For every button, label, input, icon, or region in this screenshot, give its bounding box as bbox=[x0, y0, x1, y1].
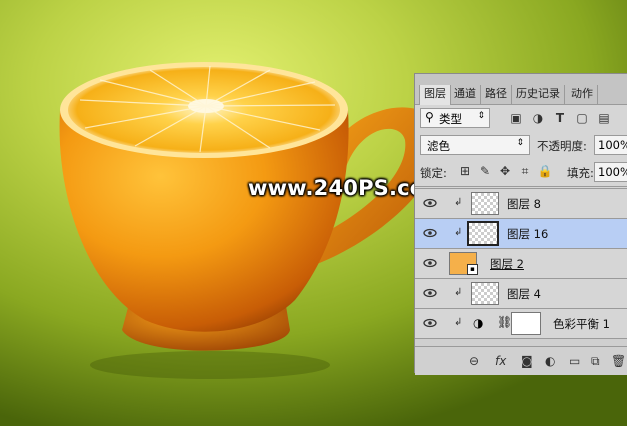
eye-icon[interactable] bbox=[423, 196, 437, 210]
fx-icon[interactable]: fx bbox=[495, 354, 506, 368]
layer-name[interactable]: 图层 4 bbox=[507, 286, 541, 302]
blend-mode-select[interactable]: 滤色 ⇕ bbox=[420, 135, 530, 155]
layer-name[interactable]: 色彩平衡 1 bbox=[553, 316, 610, 332]
opacity-input[interactable]: 100% bbox=[594, 135, 627, 155]
layer-name[interactable]: 图层 2 bbox=[490, 256, 524, 272]
fill-label: 填充: bbox=[567, 166, 594, 180]
panel-footer: ⊖ fx ◙ ◐ ▭ ⧉ 🗑 bbox=[415, 346, 627, 375]
tab-channels[interactable]: 通道 bbox=[450, 85, 481, 104]
lock-brush-icon[interactable]: ✎ bbox=[477, 163, 493, 179]
filter-type-icon[interactable]: T bbox=[552, 110, 568, 126]
filter-kind-label: 类型 bbox=[439, 112, 462, 126]
layer-thumbnail bbox=[471, 282, 499, 305]
layer-thumbnail bbox=[471, 192, 499, 215]
panel-tab-bar: 图层 通道 路径 历史记录 动作 bbox=[415, 74, 627, 105]
group-icon[interactable]: ▭ bbox=[569, 354, 580, 368]
search-icon: ⚲ bbox=[425, 110, 434, 124]
lock-artboard-icon[interactable]: ⌗ bbox=[517, 163, 533, 179]
lock-label: 锁定: bbox=[420, 166, 447, 180]
filter-shape-icon[interactable]: ▢ bbox=[574, 110, 590, 126]
filter-smart-icon[interactable]: ▤ bbox=[596, 110, 612, 126]
tab-layers[interactable]: 图层 bbox=[419, 85, 451, 105]
blend-mode-value: 滤色 bbox=[427, 139, 450, 153]
opacity-label: 不透明度: bbox=[537, 139, 587, 153]
chain-link-icon: ⛓ bbox=[497, 315, 513, 329]
eye-icon[interactable] bbox=[423, 316, 437, 330]
tab-paths[interactable]: 路径 bbox=[481, 85, 512, 104]
clip-arrow-icon: ↲ bbox=[454, 197, 463, 208]
mask-icon[interactable]: ◙ bbox=[521, 354, 533, 368]
lock-transparent-icon[interactable]: ⊞ bbox=[457, 163, 473, 179]
layer-row[interactable]: ↲ 图层 8 bbox=[415, 189, 627, 219]
eye-icon[interactable] bbox=[423, 256, 437, 270]
link-icon[interactable]: ⊖ bbox=[469, 354, 479, 368]
layer-mask-thumbnail bbox=[511, 312, 541, 335]
filter-pixel-icon[interactable]: ▣ bbox=[508, 110, 524, 126]
clip-arrow-icon: ↲ bbox=[454, 287, 463, 298]
layer-row[interactable]: ▪ 图层 2 bbox=[415, 249, 627, 279]
fill-input[interactable]: 100% bbox=[594, 162, 627, 182]
adjustment-layer-icon: ◑ bbox=[473, 316, 484, 330]
layer-thumbnail bbox=[467, 221, 499, 246]
clip-arrow-icon: ↲ bbox=[454, 317, 463, 328]
updown-arrow-icon: ⇕ bbox=[477, 111, 485, 121]
updown-arrow-icon: ⇕ bbox=[516, 138, 524, 148]
layer-thumbnail bbox=[451, 186, 481, 187]
layer-row[interactable]: ↲ 图层 4 bbox=[415, 279, 627, 309]
delete-icon[interactable]: 🗑 bbox=[611, 354, 626, 368]
new-layer-icon[interactable]: ⧉ bbox=[591, 354, 600, 369]
eye-icon[interactable] bbox=[423, 226, 437, 240]
fill-value: 100% bbox=[598, 165, 627, 179]
opacity-value: 100% bbox=[598, 138, 627, 152]
tab-history[interactable]: 历史记录 bbox=[512, 85, 565, 104]
lock-move-icon[interactable]: ✥ bbox=[497, 163, 513, 179]
filter-adjustment-icon[interactable]: ◑ bbox=[530, 110, 546, 126]
layer-filter-select[interactable]: ⚲ 类型 ⇕ bbox=[420, 108, 490, 128]
layer-row[interactable]: ↲ ◑ ⛓ 色彩平衡 1 bbox=[415, 309, 627, 339]
lock-all-icon[interactable]: 🔒 bbox=[537, 163, 553, 179]
adjustment-icon[interactable]: ◐ bbox=[545, 354, 555, 368]
layers-panel: 图层 通道 路径 历史记录 动作 ⚲ 类型 ⇕ ▣ ◑ T ▢ ▤ 滤色 ⇕ 不… bbox=[414, 73, 627, 375]
layers-list[interactable]: ↲ 图层 8 ↲ 图层 16 ▪ 图层 2 ↲ 图层 4 ↲ ◑ ⛓ 色彩平衡 … bbox=[415, 186, 627, 347]
layer-row-selected[interactable]: ↲ 图层 16 bbox=[415, 219, 627, 249]
eye-icon[interactable] bbox=[423, 286, 437, 300]
clip-arrow-icon: ↲ bbox=[454, 227, 463, 238]
layer-name[interactable]: 图层 16 bbox=[507, 226, 548, 242]
smart-object-icon: ▪ bbox=[467, 264, 478, 275]
layer-name[interactable]: 图层 8 bbox=[507, 196, 541, 212]
layer-thumbnail bbox=[499, 186, 529, 187]
tab-actions[interactable]: 动作 bbox=[567, 85, 598, 104]
